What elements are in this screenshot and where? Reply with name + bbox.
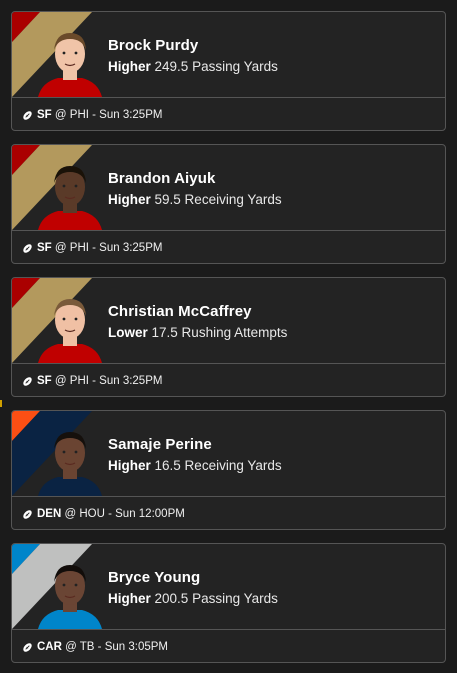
- football-icon: [23, 376, 32, 386]
- card-header: Brock Purdy Higher 249.5 Passing Yards: [12, 12, 445, 98]
- card-header: Bryce Young Higher 200.5 Passing Yards: [12, 544, 445, 630]
- game-info: CAR @ TB - Sun 3:05PM: [12, 630, 445, 662]
- matchup-time: @ PHI - Sun 3:25PM: [54, 109, 163, 121]
- card-header: Brandon Aiyuk Higher 59.5 Receiving Yards: [12, 145, 445, 231]
- projection-card[interactable]: Brock Purdy Higher 249.5 Passing Yards SF …: [11, 11, 446, 131]
- stat-line: 17.5 Rushing Attempts: [151, 325, 288, 340]
- eye-right: [74, 583, 78, 587]
- projection-line: Lower 17.5 Rushing Attempts: [108, 325, 287, 340]
- player-headshot: [38, 299, 102, 363]
- stat-line: 249.5 Passing Yards: [154, 59, 278, 74]
- game-info: DEN @ HOU - Sun 12:00PM: [12, 497, 445, 529]
- pick-direction: Higher: [108, 591, 151, 606]
- player-headshot: [38, 565, 102, 629]
- pick-direction: Higher: [108, 458, 151, 473]
- player-name: Samaje Perine: [108, 436, 212, 453]
- team-abbreviation: DEN: [37, 508, 62, 520]
- matchup-time: @ PHI - Sun 3:25PM: [54, 375, 163, 387]
- football-icon: [23, 642, 32, 652]
- eye-right: [74, 317, 78, 321]
- jersey: [38, 610, 102, 629]
- matchup-time: @ TB - Sun 3:05PM: [65, 641, 168, 653]
- team-abbreviation: SF: [37, 242, 52, 254]
- stat-line: 59.5 Receiving Yards: [154, 192, 282, 207]
- game-info: SF @ PHI - Sun 3:25PM: [12, 98, 445, 130]
- pick-direction: Higher: [108, 192, 151, 207]
- eye-right: [74, 51, 78, 55]
- projection-line: Higher 249.5 Passing Yards: [108, 59, 278, 74]
- player-headshot: [38, 166, 102, 230]
- jersey: [38, 477, 102, 496]
- card-header: Samaje Perine Higher 16.5 Receiving Yards: [12, 411, 445, 497]
- projection-card[interactable]: Samaje Perine Higher 16.5 Receiving Yards…: [11, 410, 446, 530]
- player-name: Brock Purdy: [108, 37, 199, 54]
- player-name: Brandon Aiyuk: [108, 170, 216, 187]
- projection-line: Higher 59.5 Receiving Yards: [108, 192, 282, 207]
- team-abbreviation: CAR: [37, 641, 62, 653]
- eye-left: [62, 317, 66, 321]
- team-abbreviation: SF: [37, 109, 52, 121]
- projection-card[interactable]: Brandon Aiyuk Higher 59.5 Receiving Yards…: [11, 144, 446, 264]
- eye-left: [62, 583, 66, 587]
- player-headshot: [38, 432, 102, 496]
- game-info: SF @ PHI - Sun 3:25PM: [12, 231, 445, 263]
- projection-card[interactable]: Christian McCaffrey Lower 17.5 Rushing At…: [11, 277, 446, 397]
- player-name: Christian McCaffrey: [108, 303, 252, 320]
- edge-marker: [0, 400, 2, 407]
- eye-left: [62, 450, 66, 454]
- projection-line: Higher 200.5 Passing Yards: [108, 591, 278, 606]
- jersey: [38, 211, 102, 230]
- pick-direction: Higher: [108, 59, 151, 74]
- eye-right: [74, 184, 78, 188]
- matchup-time: @ HOU - Sun 12:00PM: [64, 508, 185, 520]
- jersey: [38, 344, 102, 363]
- projection-line: Higher 16.5 Receiving Yards: [108, 458, 282, 473]
- card-header: Christian McCaffrey Lower 17.5 Rushing At…: [12, 278, 445, 364]
- eye-right: [74, 450, 78, 454]
- football-icon: [23, 110, 32, 120]
- football-icon: [23, 243, 32, 253]
- matchup-time: @ PHI - Sun 3:25PM: [54, 242, 163, 254]
- football-icon: [23, 509, 32, 519]
- player-headshot: [38, 33, 102, 97]
- game-info: SF @ PHI - Sun 3:25PM: [12, 364, 445, 396]
- team-abbreviation: SF: [37, 375, 52, 387]
- projection-card[interactable]: Bryce Young Higher 200.5 Passing Yards CAR…: [11, 543, 446, 663]
- projection-list: Brock Purdy Higher 249.5 Passing Yards SF …: [0, 0, 457, 673]
- stat-line: 200.5 Passing Yards: [154, 591, 278, 606]
- stat-line: 16.5 Receiving Yards: [154, 458, 282, 473]
- pick-direction: Lower: [108, 325, 148, 340]
- eye-left: [62, 184, 66, 188]
- player-name: Bryce Young: [108, 569, 201, 586]
- jersey: [38, 78, 102, 97]
- eye-left: [62, 51, 66, 55]
